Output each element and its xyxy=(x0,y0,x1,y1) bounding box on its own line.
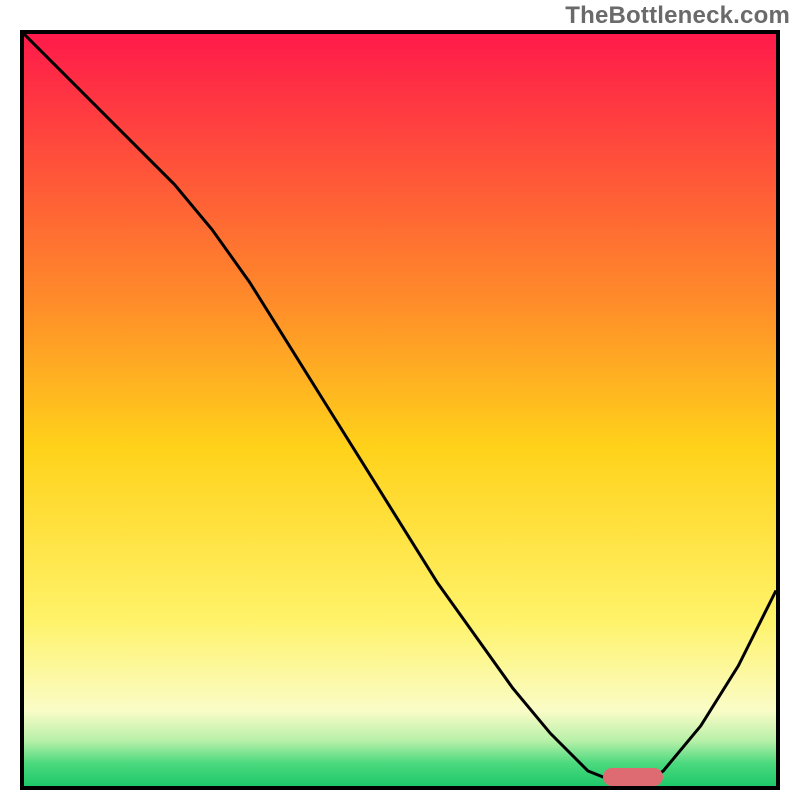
plot-border xyxy=(20,30,780,790)
watermark-text: TheBottleneck.com xyxy=(565,2,790,30)
chart-frame: TheBottleneck.com xyxy=(0,0,800,800)
plot-area xyxy=(20,30,780,790)
